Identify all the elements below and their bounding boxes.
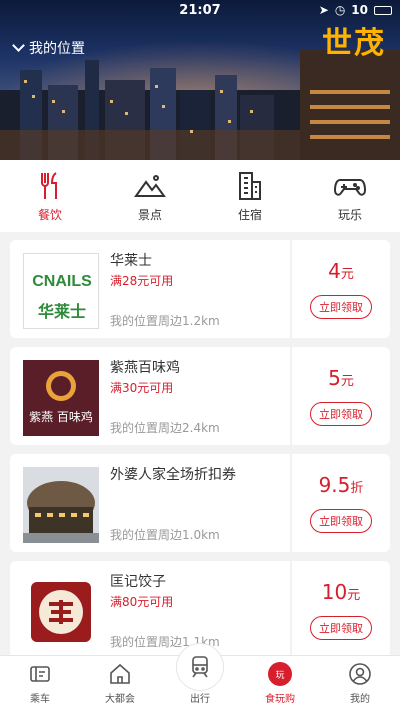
category-attractions[interactable]: 景点: [110, 170, 190, 223]
ticket-icon: [30, 666, 50, 682]
merchant-distance: 我的位置周边1.2km: [110, 314, 220, 328]
building-icon: [239, 171, 261, 200]
storefront-photo-icon: [23, 467, 99, 543]
chevron-down-icon: [12, 39, 25, 52]
tab-metropolis[interactable]: 大都会: [80, 655, 160, 711]
tab-label: 大都会: [105, 694, 135, 705]
location-arrow-icon: ➤: [318, 3, 329, 17]
merchant-name: 匡记饺子: [110, 574, 166, 590]
tab-travel[interactable]: 出行: [160, 643, 240, 711]
tab-label: 我的: [350, 694, 370, 705]
claim-button[interactable]: 立即领取: [310, 402, 372, 426]
kuangji-seal-logo-icon: [31, 582, 91, 642]
status-bar: 21:07 ➤ ◷ 10: [0, 0, 400, 22]
merchant-name: 华莱士: [110, 253, 152, 269]
claim-button[interactable]: 立即领取: [310, 616, 372, 640]
train-icon: [192, 656, 208, 678]
battery-level: 10: [351, 3, 368, 17]
coupon-action: 10元 立即领取: [292, 561, 390, 655]
merchant-logo: CNAILS 华莱士: [23, 253, 99, 329]
mountain-icon: [134, 174, 166, 197]
claim-button[interactable]: 立即领取: [310, 295, 372, 319]
logo-text: 紫燕 百味鸡: [29, 410, 93, 424]
location-selector[interactable]: 我的位置: [12, 38, 85, 58]
coupon-condition: 满30元可用: [110, 381, 174, 395]
tab-label: 食玩购: [265, 694, 295, 705]
fork-knife-icon: [41, 171, 57, 199]
merchant-name: 紫燕百味鸡: [110, 360, 180, 376]
amount-value: 9.5: [318, 473, 351, 497]
amount-unit: 折: [350, 481, 364, 496]
amount-value: 4: [328, 259, 341, 283]
coupon-amount: 4元: [328, 259, 354, 283]
bottom-tab-bar: 乘车 大都会 出行 玩 食玩购 我的: [0, 643, 400, 711]
coupon-condition: 满80元可用: [110, 595, 174, 609]
house-icon: [110, 663, 130, 684]
merchant-name: 外婆人家全场折扣券: [110, 467, 236, 483]
coupon-card[interactable]: CNAILS 华莱士 华莱士 满28元可用 我的位置周边1.2km 4元 立即领…: [10, 240, 390, 338]
category-label: 景点: [137, 207, 162, 222]
coupon-condition: 满28元可用: [110, 274, 174, 288]
tab-ride[interactable]: 乘车: [0, 655, 80, 711]
coupon-card[interactable]: 匡记饺子 满80元可用 我的位置周边1.1km 10元 立即领取: [10, 561, 390, 655]
category-bar: 餐饮 景点 住宿 玩乐: [0, 160, 400, 232]
merchant-logo: 紫燕 百味鸡: [23, 360, 99, 436]
amount-unit: 元: [347, 588, 361, 603]
category-label: 餐饮: [37, 207, 62, 222]
coupon-card[interactable]: 紫燕 百味鸡 紫燕百味鸡 满30元可用 我的位置周边2.4km 5元 立即领取: [10, 347, 390, 445]
battery-icon: [374, 5, 392, 15]
merchant-distance: 我的位置周边1.0km: [110, 528, 220, 542]
coupon-info: CNAILS 华莱士 华莱士 满28元可用 我的位置周边1.2km: [10, 240, 290, 338]
coupon-info: 外婆人家全场折扣券 我的位置周边1.0km: [10, 454, 290, 552]
city-skyline-image: [0, 50, 400, 160]
coupon-action: 9.5折 立即领取: [292, 454, 390, 552]
coupon-amount: 5元: [328, 366, 354, 390]
coupon-amount: 9.5折: [319, 473, 364, 497]
alarm-icon: ◷: [334, 3, 346, 17]
category-entertainment[interactable]: 玩乐: [310, 170, 390, 223]
header-banner: 世茂 21:07 ➤ ◷ 10 我的位置: [0, 0, 400, 160]
coupon-list: CNAILS 华莱士 华莱士 满28元可用 我的位置周边1.2km 4元 立即领…: [0, 240, 400, 655]
coupon-info: 紫燕 百味鸡 紫燕百味鸡 满30元可用 我的位置周边2.4km: [10, 347, 290, 445]
logo-text: 华莱士: [37, 302, 86, 321]
tab-mine[interactable]: 我的: [320, 655, 400, 711]
travel-bubble: [176, 643, 224, 691]
amount-value: 10: [321, 580, 348, 604]
category-dining[interactable]: 餐饮: [10, 170, 90, 223]
category-lodging[interactable]: 住宿: [210, 170, 290, 223]
coupon-card[interactable]: 外婆人家全场折扣券 我的位置周边1.0km 9.5折 立即领取: [10, 454, 390, 552]
amount-unit: 元: [340, 267, 354, 282]
svg-text:CNAILS: CNAILS: [32, 273, 92, 290]
tab-food-play-shop[interactable]: 玩 食玩购: [240, 655, 320, 711]
status-icons: ➤ ◷ 10: [319, 3, 392, 17]
user-icon: [349, 663, 371, 685]
claim-button[interactable]: 立即领取: [310, 509, 372, 533]
location-label: 我的位置: [29, 41, 85, 57]
amount-value: 5: [328, 366, 341, 390]
merchant-logo: [23, 467, 99, 543]
tab-label: 乘车: [30, 694, 50, 705]
building-sign: 世茂: [322, 26, 386, 61]
coupon-info: 匡记饺子 满80元可用 我的位置周边1.1km: [10, 561, 290, 655]
category-label: 住宿: [237, 207, 262, 222]
amount-unit: 元: [340, 374, 354, 389]
merchant-distance: 我的位置周边2.4km: [110, 421, 220, 435]
coupon-amount: 10元: [322, 580, 360, 604]
merchant-logo: [23, 574, 99, 650]
tab-label: 出行: [190, 694, 210, 705]
coupon-action: 5元 立即领取: [292, 347, 390, 445]
play-badge-icon: 玩: [268, 662, 292, 686]
gamepad-icon: [334, 178, 366, 196]
coupon-action: 4元 立即领取: [292, 240, 390, 338]
category-label: 玩乐: [337, 207, 362, 222]
